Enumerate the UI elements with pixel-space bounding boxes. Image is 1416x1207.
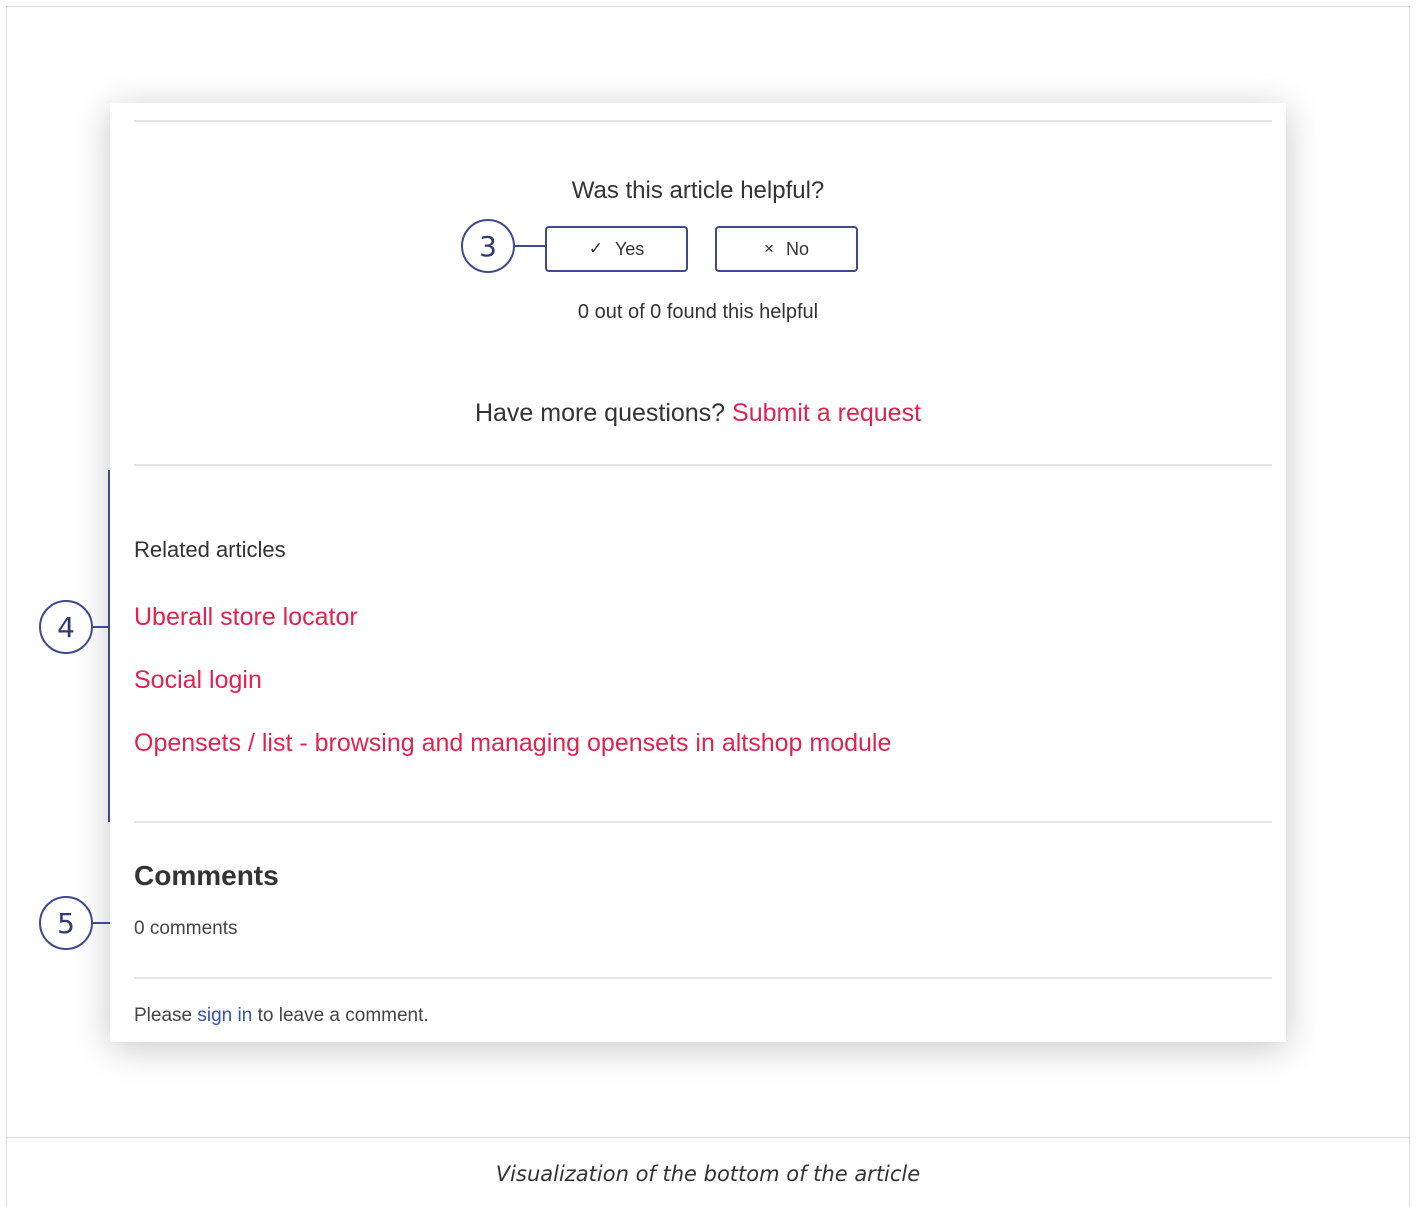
- vote-yes-button[interactable]: ✓ Yes: [545, 226, 688, 272]
- callout-3-connector: [515, 245, 545, 247]
- related-articles-list: Uberall store locator Social login Opens…: [134, 603, 891, 792]
- callout-4: 4: [39, 600, 93, 654]
- divider-related: [134, 464, 1272, 466]
- callout-5-connector: [93, 922, 110, 924]
- comments-title: Comments: [134, 860, 279, 891]
- x-icon: ×: [764, 239, 774, 258]
- callout-4-bracket: [108, 470, 110, 822]
- related-article-link[interactable]: Social login: [134, 666, 262, 694]
- related-articles-title: Related articles: [134, 537, 286, 562]
- caption-divider: [6, 1137, 1410, 1138]
- submit-request-link[interactable]: Submit a request: [732, 399, 921, 427]
- callout-3: 3: [461, 219, 515, 273]
- sign-in-link[interactable]: sign in: [197, 1005, 252, 1026]
- helpful-count: 0 out of 0 found this helpful: [577, 301, 819, 323]
- more-questions: Have more questions? Submit a request: [110, 399, 1286, 428]
- more-questions-text: Have more questions?: [474, 399, 726, 427]
- vote-yes-label: Yes: [614, 238, 645, 259]
- related-article-link[interactable]: Uberall store locator: [134, 603, 358, 631]
- callout-5: 5: [39, 896, 93, 950]
- signin-prompt: Please sign in to leave a comment.: [134, 1005, 429, 1027]
- divider-comments: [134, 821, 1272, 823]
- vote-no-label: No: [785, 238, 809, 259]
- checkmark-icon: ✓: [588, 239, 603, 258]
- related-article-link[interactable]: Opensets / list - browsing and managing …: [134, 729, 891, 757]
- divider-top: [134, 120, 1272, 122]
- divider-signin: [134, 977, 1272, 979]
- callout-4-connector: [93, 626, 108, 628]
- article-bottom-card: Was this article helpful? ✓ Yes × No 0 o…: [110, 103, 1286, 1042]
- figure-caption: Visualization of the bottom of the artic…: [495, 1162, 921, 1186]
- signin-suffix: to leave a comment.: [257, 1005, 429, 1026]
- feedback-question: Was this article helpful?: [571, 177, 825, 204]
- vote-no-button[interactable]: × No: [715, 226, 858, 272]
- signin-prefix: Please: [134, 1005, 193, 1026]
- comments-count: 0 comments: [134, 918, 238, 939]
